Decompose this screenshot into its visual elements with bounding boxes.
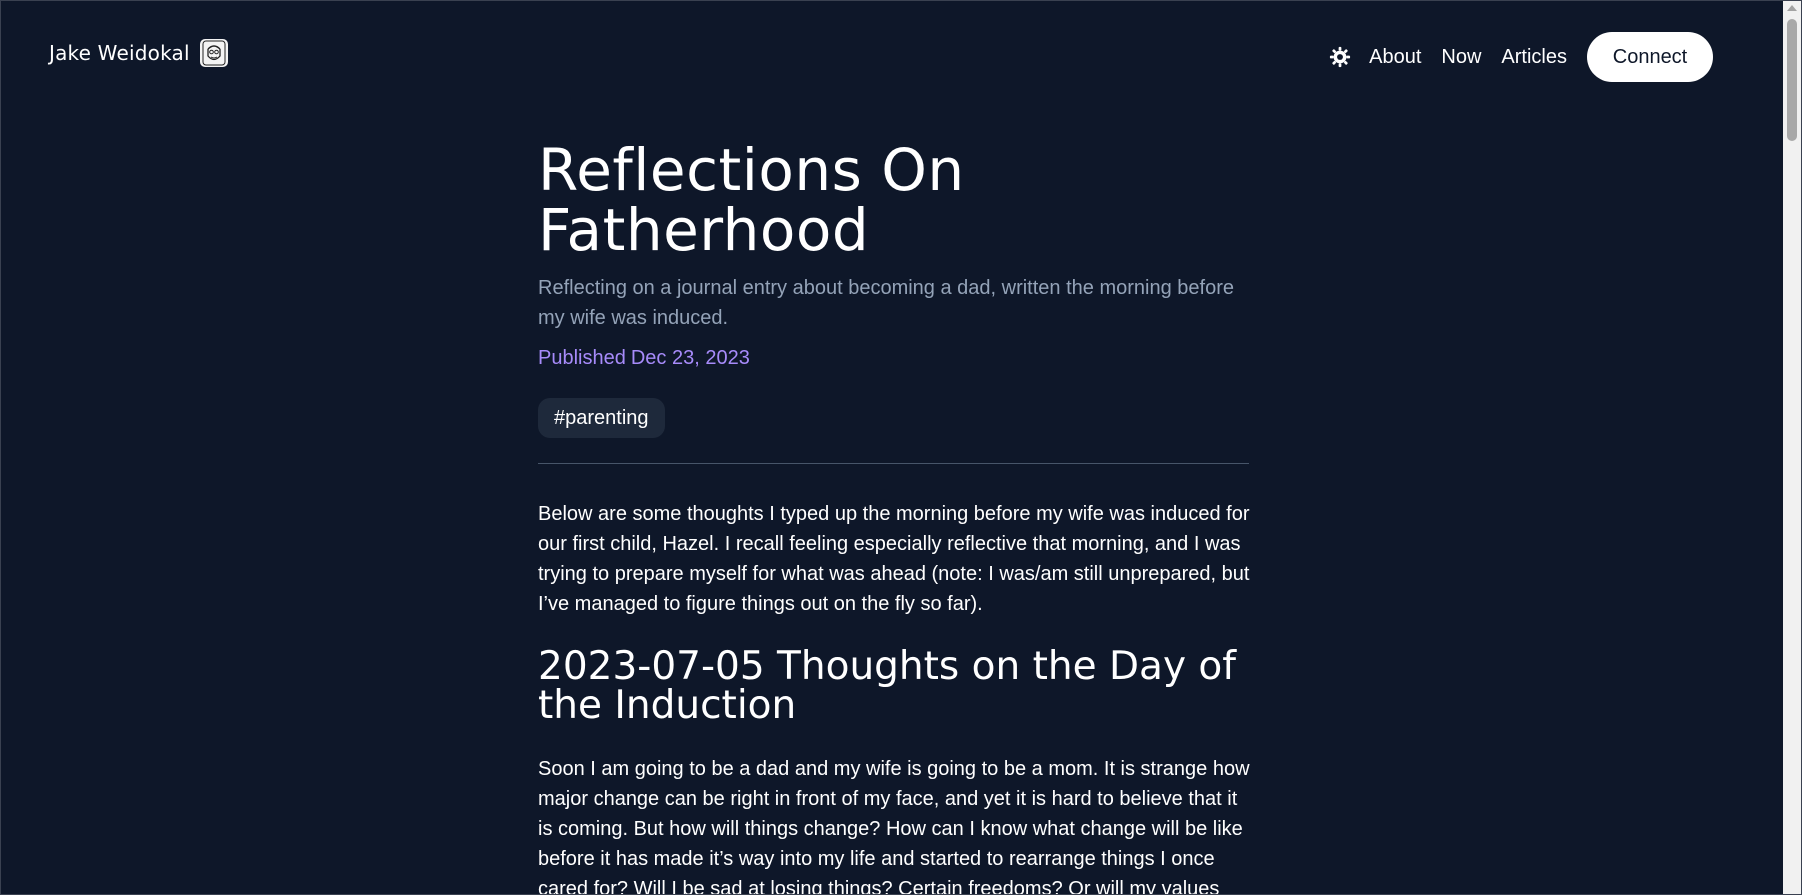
body-paragraph: Soon I am going to be a dad and my wife … (538, 758, 1250, 895)
page: Jake Weidokal About Now Articles Connect… (0, 0, 1802, 895)
nav-articles[interactable]: Articles (1501, 46, 1567, 69)
avatar-icon (199, 39, 228, 67)
intro-paragraph: Below are some thoughts I typed up the m… (538, 503, 1250, 615)
tag-parenting[interactable]: #parenting (538, 398, 665, 438)
published-label: Published (538, 347, 626, 369)
published-date-value: Dec 23, 2023 (630, 347, 750, 369)
scroll-up-arrow-icon[interactable] (1787, 5, 1797, 11)
article-title: Reflections On Fatherhood (538, 136, 965, 264)
section-heading: 2023-07-05 Thoughts on the Day of the In… (538, 644, 1237, 728)
nav-about[interactable]: About (1369, 46, 1421, 69)
theme-toggle-icon[interactable] (1327, 44, 1353, 70)
connect-button[interactable]: Connect (1587, 32, 1713, 82)
article-subtitle: Reflecting on a journal entry about beco… (538, 277, 1234, 329)
divider (538, 463, 1249, 464)
published-date: Published Dec 23, 2023 (538, 343, 750, 373)
scrollbar-thumb[interactable] (1787, 19, 1797, 141)
vertical-scrollbar[interactable] (1783, 1, 1801, 894)
main-nav: About Now Articles Connect (1327, 32, 1713, 82)
nav-now[interactable]: Now (1441, 46, 1481, 69)
site-header: Jake Weidokal About Now Articles Connect (1, 1, 1783, 111)
brand-name: Jake Weidokal (49, 41, 190, 65)
brand-link[interactable]: Jake Weidokal (49, 39, 228, 67)
